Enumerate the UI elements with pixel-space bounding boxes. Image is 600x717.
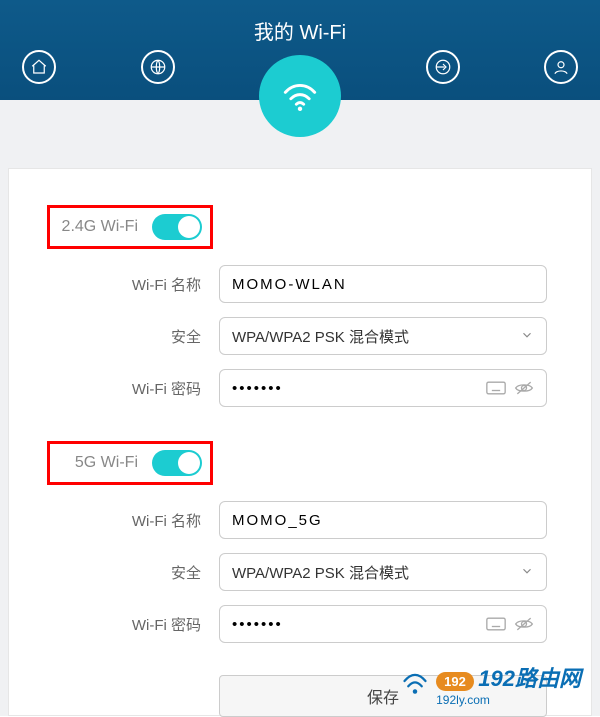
select-24g-security[interactable]: WPA/WPA2 PSK 混合模式	[219, 317, 547, 355]
select-24g-security-value: WPA/WPA2 PSK 混合模式	[232, 326, 409, 347]
globe-arrow-icon[interactable]	[426, 50, 460, 84]
wifi-24g-name-field[interactable]	[232, 276, 534, 293]
select-5g-security[interactable]: WPA/WPA2 PSK 混合模式	[219, 553, 547, 591]
input-5g-password[interactable]	[219, 605, 547, 643]
label-5g-name: Wi-Fi 名称	[47, 510, 201, 531]
page-title: 我的 Wi-Fi	[0, 0, 600, 45]
wifi-24g-password-field[interactable]	[232, 380, 478, 397]
label-5g-security: 安全	[47, 562, 201, 583]
toggle-row-24g: 2.4G Wi-Fi	[47, 205, 213, 249]
settings-panel: 2.4G Wi-Fi Wi-Fi 名称 安全 WPA/WPA2 PSK 混合模式	[8, 168, 592, 716]
row-5g-password: Wi-Fi 密码	[47, 605, 553, 643]
row-24g-security: 安全 WPA/WPA2 PSK 混合模式	[47, 317, 553, 355]
row-5g-security: 安全 WPA/WPA2 PSK 混合模式	[47, 553, 553, 591]
label-24g-name: Wi-Fi 名称	[47, 274, 201, 295]
chevron-down-icon	[520, 564, 534, 581]
row-5g-name: Wi-Fi 名称	[47, 501, 553, 539]
label-24g-security: 安全	[47, 326, 201, 347]
watermark: 192 192路由网 192ly.com	[400, 661, 581, 707]
toggle-5g[interactable]	[152, 450, 202, 476]
globe-icon[interactable]	[141, 50, 175, 84]
toggle-24g[interactable]	[152, 214, 202, 240]
select-5g-security-value: WPA/WPA2 PSK 混合模式	[232, 562, 409, 583]
watermark-brand: 192路由网	[478, 666, 581, 691]
eye-off-icon[interactable]	[514, 379, 534, 397]
wifi-5g-name-field[interactable]	[232, 512, 534, 529]
section-label-5g: 5G Wi-Fi	[58, 454, 138, 472]
row-24g-name: Wi-Fi 名称	[47, 265, 553, 303]
user-icon[interactable]	[544, 50, 578, 84]
input-24g-name[interactable]	[219, 265, 547, 303]
label-24g-password: Wi-Fi 密码	[47, 378, 201, 399]
keyboard-icon[interactable]	[486, 379, 506, 397]
wifi-icon[interactable]	[259, 55, 341, 137]
wifi-5g-password-field[interactable]	[232, 616, 478, 633]
eye-off-icon[interactable]	[514, 615, 534, 633]
panel-wrap: 2.4G Wi-Fi Wi-Fi 名称 安全 WPA/WPA2 PSK 混合模式	[0, 100, 600, 716]
row-24g-password: Wi-Fi 密码	[47, 369, 553, 407]
watermark-bubble: 192	[436, 672, 474, 691]
home-icon[interactable]	[22, 50, 56, 84]
wifi-5g-group: 5G Wi-Fi Wi-Fi 名称 安全 WPA/WPA2 PSK 混合模式	[9, 441, 591, 643]
header: 我的 Wi-Fi	[0, 0, 600, 100]
section-label-24g: 2.4G Wi-Fi	[58, 218, 138, 236]
label-5g-password: Wi-Fi 密码	[47, 614, 201, 635]
input-24g-password[interactable]	[219, 369, 547, 407]
wifi-24g-group: 2.4G Wi-Fi Wi-Fi 名称 安全 WPA/WPA2 PSK 混合模式	[9, 205, 591, 407]
watermark-url: 192ly.com	[436, 693, 581, 707]
input-5g-name[interactable]	[219, 501, 547, 539]
chevron-down-icon	[520, 328, 534, 345]
keyboard-icon[interactable]	[486, 615, 506, 633]
toggle-row-5g: 5G Wi-Fi	[47, 441, 213, 485]
